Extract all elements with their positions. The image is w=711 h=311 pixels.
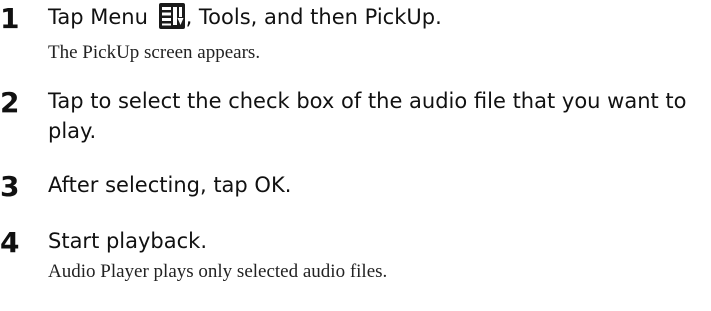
instruction-text-before-icon: Tap Menu: [48, 5, 155, 29]
step-number: 4: [0, 226, 20, 259]
instruction-text-after-icon: , Tools, and then PickUp.: [185, 5, 442, 29]
step-number: 3: [0, 170, 20, 203]
step-body: After selecting, tap OK.: [48, 170, 707, 200]
document-page: 1 Tap Menu , Tools, and then PickUp. The…: [0, 0, 711, 311]
step-number: 1: [0, 2, 20, 35]
menu-icon: [158, 3, 185, 37]
step-body: Tap to select the check box of the audio…: [48, 86, 707, 146]
step-instruction: After selecting, tap OK.: [48, 173, 292, 197]
step-instruction: Start playback.: [48, 229, 208, 253]
step-body: Start playback. Audio Player plays only …: [48, 226, 707, 286]
step-result: The PickUp screen appears.: [48, 42, 261, 63]
step-instruction: Tap to select the check box of the audio…: [48, 89, 687, 143]
step-body: Tap Menu , Tools, and then PickUp. The P…: [48, 2, 707, 67]
step-instruction: Tap Menu , Tools, and then PickUp.: [48, 2, 707, 37]
step-number: 2: [0, 86, 20, 119]
step-result: Audio Player plays only selected audio f…: [48, 261, 388, 282]
